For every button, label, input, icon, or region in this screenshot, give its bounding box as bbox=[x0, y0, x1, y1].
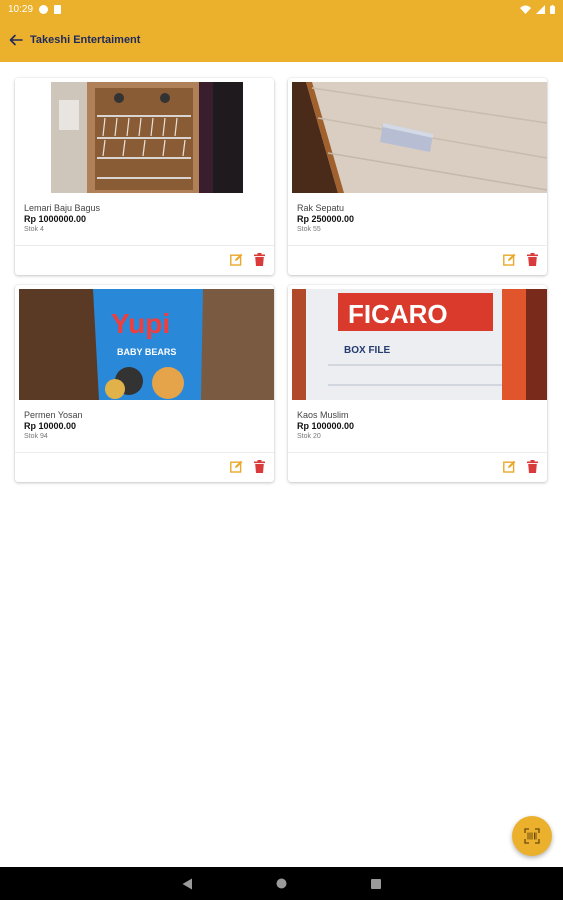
yupi-logo-text: Yupi bbox=[111, 308, 170, 339]
product-stock: Stok 4 bbox=[24, 226, 44, 233]
edit-button[interactable] bbox=[502, 459, 516, 473]
edit-button[interactable] bbox=[502, 252, 516, 266]
ficaro-logo-text: FICARO bbox=[348, 299, 448, 329]
barcode-scan-icon bbox=[524, 828, 540, 844]
card-actions bbox=[229, 252, 266, 266]
card-body: Lemari Baju Bagus Rp 1000000.00 Stok 4 bbox=[15, 193, 274, 235]
delete-button[interactable] bbox=[252, 252, 266, 266]
product-image-box-file: FICARO BOX FILE bbox=[288, 285, 547, 400]
nav-back-icon bbox=[182, 878, 192, 889]
edit-icon bbox=[229, 460, 242, 473]
product-card[interactable]: FICARO BOX FILE Kaos Muslim Rp 100000.00… bbox=[288, 285, 547, 482]
status-right bbox=[520, 4, 555, 14]
delete-button[interactable] bbox=[252, 459, 266, 473]
product-price: Rp 100000.00 bbox=[297, 421, 355, 431]
signal-icon bbox=[536, 4, 545, 14]
notification-icon bbox=[39, 4, 49, 14]
product-price: Rp 250000.00 bbox=[297, 214, 355, 224]
product-name: Permen Yosan bbox=[24, 410, 83, 420]
sim-icon bbox=[54, 4, 62, 14]
product-card[interactable]: Lemari Baju Bagus Rp 1000000.00 Stok 4 bbox=[15, 78, 274, 275]
nav-home-icon bbox=[276, 878, 287, 889]
product-stock: Stok 20 bbox=[297, 433, 321, 440]
card-actions bbox=[502, 252, 539, 266]
edit-icon bbox=[229, 253, 242, 266]
product-name: Lemari Baju Bagus bbox=[24, 203, 101, 213]
edit-icon bbox=[502, 253, 515, 266]
product-stock: Stok 55 bbox=[297, 226, 321, 233]
trash-icon bbox=[526, 252, 538, 266]
divider bbox=[288, 452, 547, 453]
app-bar: Takeshi Entertaiment bbox=[0, 18, 563, 62]
delete-button[interactable] bbox=[525, 459, 539, 473]
product-stock: Stok 94 bbox=[24, 433, 48, 440]
divider bbox=[15, 452, 274, 453]
box-file-text: BOX FILE bbox=[344, 345, 390, 356]
wifi-icon bbox=[520, 5, 531, 14]
product-name: Kaos Muslim bbox=[297, 410, 349, 420]
card-actions bbox=[502, 459, 539, 473]
card-body: Permen Yosan Rp 10000.00 Stok 94 bbox=[15, 400, 274, 442]
battery-icon bbox=[550, 4, 555, 14]
product-card[interactable]: Rak Sepatu Rp 250000.00 Stok 55 bbox=[288, 78, 547, 275]
product-name: Rak Sepatu bbox=[297, 203, 345, 213]
delete-button[interactable] bbox=[525, 252, 539, 266]
back-button[interactable] bbox=[8, 32, 24, 48]
trash-icon bbox=[526, 459, 538, 473]
page-title: Takeshi Entertaiment bbox=[30, 34, 141, 46]
trash-icon bbox=[253, 252, 265, 266]
product-card[interactable]: Yupi BABY BEARS Permen Yosan Rp 10000.00… bbox=[15, 285, 274, 482]
product-image-wardrobe bbox=[15, 78, 274, 193]
edit-button[interactable] bbox=[229, 252, 243, 266]
divider bbox=[288, 245, 547, 246]
product-image-shoe-rack bbox=[288, 78, 547, 193]
product-image-candy: Yupi BABY BEARS bbox=[15, 285, 274, 400]
edit-button[interactable] bbox=[229, 459, 243, 473]
yupi-sub-text: BABY BEARS bbox=[117, 347, 176, 357]
product-grid: Lemari Baju Bagus Rp 1000000.00 Stok 4 R… bbox=[15, 78, 548, 482]
product-price: Rp 1000000.00 bbox=[24, 214, 87, 224]
scan-fab-button[interactable] bbox=[512, 816, 552, 856]
nav-home-button[interactable] bbox=[275, 877, 289, 891]
nav-recents-button[interactable] bbox=[369, 877, 383, 891]
nav-back-button[interactable] bbox=[181, 877, 195, 891]
arrow-back-icon bbox=[9, 34, 23, 46]
status-time: 10:29 bbox=[8, 3, 34, 15]
edit-icon bbox=[502, 460, 515, 473]
card-body: Rak Sepatu Rp 250000.00 Stok 55 bbox=[288, 193, 547, 235]
status-bar: 10:29 bbox=[0, 0, 563, 18]
card-body: Kaos Muslim Rp 100000.00 Stok 20 bbox=[288, 400, 547, 442]
system-nav-bar bbox=[0, 867, 563, 900]
status-left: 10:29 bbox=[8, 3, 62, 15]
trash-icon bbox=[253, 459, 265, 473]
card-actions bbox=[229, 459, 266, 473]
product-price: Rp 10000.00 bbox=[24, 421, 77, 431]
nav-recents-icon bbox=[370, 878, 381, 889]
divider bbox=[15, 245, 274, 246]
